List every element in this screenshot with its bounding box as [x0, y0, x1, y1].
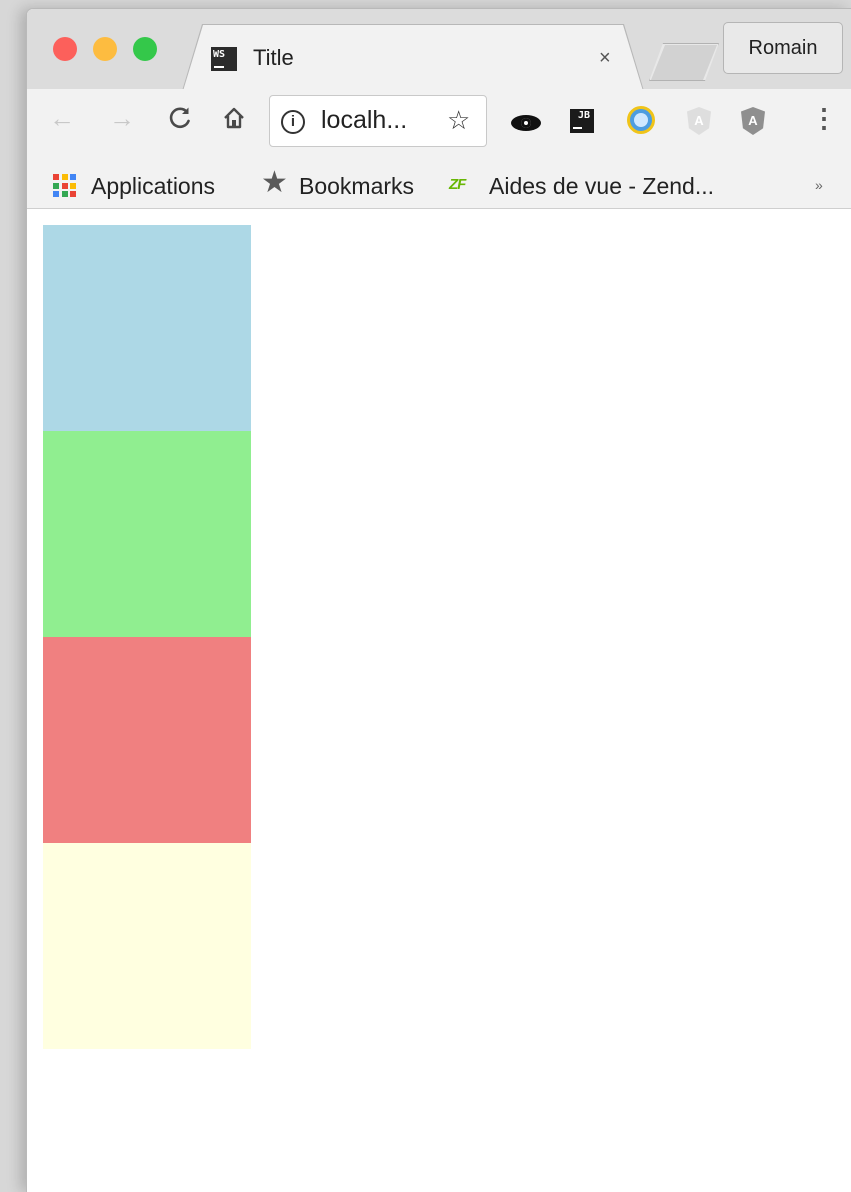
home-svg [224, 107, 244, 129]
color-block-lightyellow [43, 843, 251, 1049]
bookmark-star-icon[interactable]: ☆ [447, 105, 470, 136]
bookmark-aides-de-vue[interactable]: Aides de vue - Zend... [489, 173, 714, 200]
window-minimize-button[interactable] [93, 37, 117, 61]
color-block-lightgreen [43, 431, 251, 637]
arrow-right-icon[interactable]: → [109, 105, 135, 131]
webstorm-favicon-icon: WS [211, 47, 237, 71]
color-block-lightblue [43, 225, 251, 431]
alarm-clock-extension-icon[interactable] [627, 106, 655, 134]
apps-grid-icon[interactable] [53, 174, 77, 198]
tab-close-icon[interactable]: × [599, 47, 611, 70]
home-icon[interactable] [221, 105, 247, 135]
bookmark-bookmarks[interactable]: Bookmarks [299, 173, 414, 200]
eye-extension-icon[interactable] [511, 115, 541, 131]
color-block-lightcoral [43, 637, 251, 843]
tab-strip: WS Title × Romain [27, 9, 851, 89]
info-icon[interactable]: i [281, 110, 305, 134]
browser-window: WS Title × Romain ← → i localh... ☆ JB A… [26, 8, 851, 1192]
bookmarks-overflow-icon[interactable]: » [815, 177, 823, 193]
page-content [27, 209, 851, 1192]
jb-text: JB [578, 110, 591, 121]
jetbrains-extension-icon[interactable]: JB [570, 109, 594, 133]
window-maximize-button[interactable] [133, 37, 157, 61]
arrow-left-icon[interactable]: ← [49, 105, 75, 131]
profile-button[interactable]: Romain [723, 22, 843, 74]
zend-framework-icon: ZF [449, 176, 466, 193]
url-text[interactable]: localh... [321, 106, 407, 135]
tab-active[interactable] [183, 25, 643, 91]
reload-icon[interactable] [167, 105, 193, 135]
bookmark-applications[interactable]: Applications [91, 173, 215, 200]
favicon-text: WS [213, 49, 226, 60]
vertical-dots-menu-icon[interactable]: ⋮ [811, 105, 837, 131]
tab-title: Title [253, 45, 294, 70]
star-icon[interactable]: ★ [261, 168, 288, 198]
window-close-button[interactable] [53, 37, 77, 61]
reload-svg [169, 107, 190, 129]
